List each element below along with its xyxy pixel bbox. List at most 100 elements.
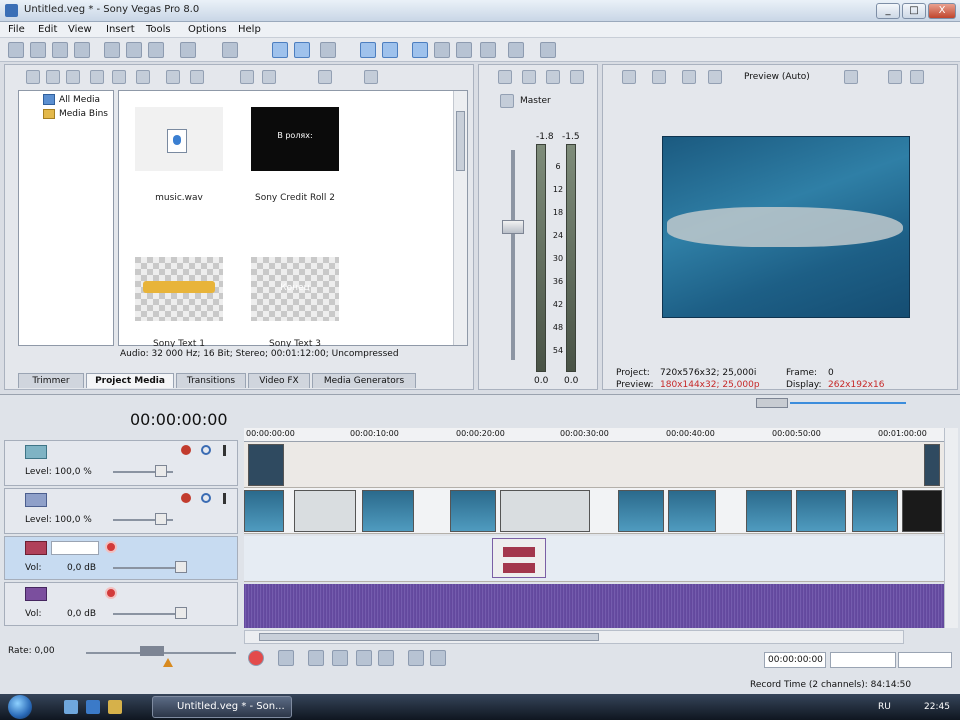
transport-timecode[interactable]: 00:00:00:00 (764, 652, 826, 668)
media-thumb-music[interactable] (135, 107, 223, 171)
insert-bus-icon[interactable] (570, 70, 584, 84)
audio-waveform-left[interactable] (244, 584, 944, 606)
media-thumb-text1[interactable] (135, 257, 223, 321)
arm-record-icon[interactable] (105, 587, 117, 599)
tab-project-media[interactable]: Project Media (86, 373, 174, 388)
preview-quality-select[interactable]: Preview (Auto) (744, 72, 810, 82)
track-header-video-2[interactable]: Level: 100,0 % (4, 488, 238, 534)
menu-view[interactable]: View (68, 24, 92, 35)
copy-snapshot-icon[interactable] (888, 70, 902, 84)
zoom-tool-icon[interactable] (480, 42, 496, 58)
copy-icon[interactable] (126, 42, 142, 58)
text-event-end[interactable] (924, 444, 940, 486)
track-name-field[interactable] (51, 541, 99, 555)
stop-preview-icon[interactable] (262, 70, 276, 84)
close-button[interactable]: X (928, 3, 956, 19)
track4-vol-handle[interactable] (175, 607, 187, 619)
track2-level-handle[interactable] (155, 513, 167, 525)
ripple-edit-icon[interactable] (320, 42, 336, 58)
pause-button[interactable] (356, 650, 372, 666)
text-event[interactable] (248, 444, 284, 486)
overlays-icon[interactable] (844, 70, 858, 84)
tab-trimmer[interactable]: Trimmer (18, 373, 84, 388)
save-snapshot-icon[interactable] (910, 70, 924, 84)
menu-insert[interactable]: Insert (106, 24, 135, 35)
audio-waveform-right[interactable] (244, 606, 944, 628)
media-properties-icon[interactable] (190, 70, 204, 84)
show-desktop-icon[interactable] (64, 700, 78, 714)
menu-options[interactable]: Options (188, 24, 227, 35)
save-icon[interactable] (52, 42, 68, 58)
ignore-grouping-icon[interactable] (382, 42, 398, 58)
video-event[interactable] (294, 490, 356, 532)
capture-video-icon[interactable] (46, 70, 60, 84)
media-fx-icon[interactable] (90, 70, 104, 84)
new-icon[interactable] (8, 42, 24, 58)
switch-windows-icon[interactable] (86, 700, 100, 714)
track1-mute-icon[interactable] (201, 445, 211, 455)
menu-help[interactable]: Help (238, 24, 261, 35)
video-event[interactable] (362, 490, 414, 532)
track2-solo-icon[interactable] (223, 493, 226, 504)
timeline-ruler[interactable]: 00:00:00:00 00:00:10:00 00:00:20:00 00:0… (244, 428, 944, 442)
media-thumb-credit-roll[interactable]: В ролях: (251, 107, 339, 171)
timeline-vscrollbar[interactable] (944, 428, 958, 628)
menu-tools[interactable]: Tools (146, 24, 171, 35)
go-to-end-button[interactable] (430, 650, 446, 666)
tab-video-fx[interactable]: Video FX (248, 373, 310, 388)
tree-media-bins[interactable]: Media Bins (59, 109, 108, 119)
play-button[interactable] (332, 650, 348, 666)
undo-icon[interactable] (180, 42, 196, 58)
lock-envelopes-icon[interactable] (360, 42, 376, 58)
search-media-icon[interactable] (136, 70, 150, 84)
menu-file[interactable]: File (8, 24, 25, 35)
start-button[interactable] (8, 695, 32, 719)
tab-media-generators[interactable]: Media Generators (312, 373, 416, 388)
script-icon[interactable] (508, 42, 524, 58)
redo-icon[interactable] (222, 42, 238, 58)
split-screen-icon[interactable] (708, 70, 722, 84)
selection-length-field[interactable] (898, 652, 952, 668)
taskbar-vegas-button[interactable]: Untitled.veg * - Son... (152, 696, 292, 718)
video-event[interactable] (746, 490, 792, 532)
language-indicator[interactable]: RU (878, 702, 891, 712)
media-scrollbar[interactable] (453, 91, 467, 345)
hscroll-thumb[interactable] (259, 633, 599, 641)
tree-all-media[interactable]: All Media (59, 95, 100, 105)
timeline-hscrollbar[interactable] (244, 630, 904, 644)
play-preview-icon[interactable] (240, 70, 254, 84)
open-icon[interactable] (30, 42, 46, 58)
envelope-tool-icon[interactable] (434, 42, 450, 58)
track1-level-handle[interactable] (155, 465, 167, 477)
video-event[interactable] (618, 490, 664, 532)
remove-media-icon[interactable] (166, 70, 180, 84)
video-event[interactable] (244, 490, 284, 532)
track3-vol-handle[interactable] (175, 561, 187, 573)
video-track-2[interactable] (244, 488, 944, 534)
selection-end-field[interactable] (830, 652, 896, 668)
quick-launch-icon[interactable] (108, 700, 122, 714)
audio-event[interactable] (492, 538, 546, 578)
video-event[interactable] (668, 490, 716, 532)
help-pointer-icon[interactable] (540, 42, 556, 58)
track3-vol-slider[interactable] (113, 567, 183, 569)
track2-mute-icon[interactable] (201, 493, 211, 503)
preview-properties-icon[interactable] (622, 70, 636, 84)
rate-slider-handle[interactable] (140, 646, 164, 656)
snapping-icon[interactable] (272, 42, 288, 58)
clock[interactable]: 22:45 (924, 702, 950, 712)
go-to-start-button[interactable] (408, 650, 424, 666)
zoom-search-icon[interactable] (364, 70, 378, 84)
mixer-properties-icon[interactable] (498, 70, 512, 84)
external-monitor-icon[interactable] (652, 70, 666, 84)
record-button[interactable] (248, 650, 264, 666)
video-fx-icon[interactable] (682, 70, 696, 84)
track-header-video-1[interactable]: Level: 100,0 % (4, 440, 238, 486)
video-event[interactable] (450, 490, 496, 532)
track2-fx-icon[interactable] (181, 493, 191, 503)
stop-button[interactable] (378, 650, 394, 666)
video-event[interactable] (852, 490, 898, 532)
track-header-audio-1[interactable]: Vol: 0,0 dB (4, 536, 238, 580)
track1-solo-icon[interactable] (223, 445, 226, 456)
loop-region-handle[interactable] (756, 398, 788, 408)
